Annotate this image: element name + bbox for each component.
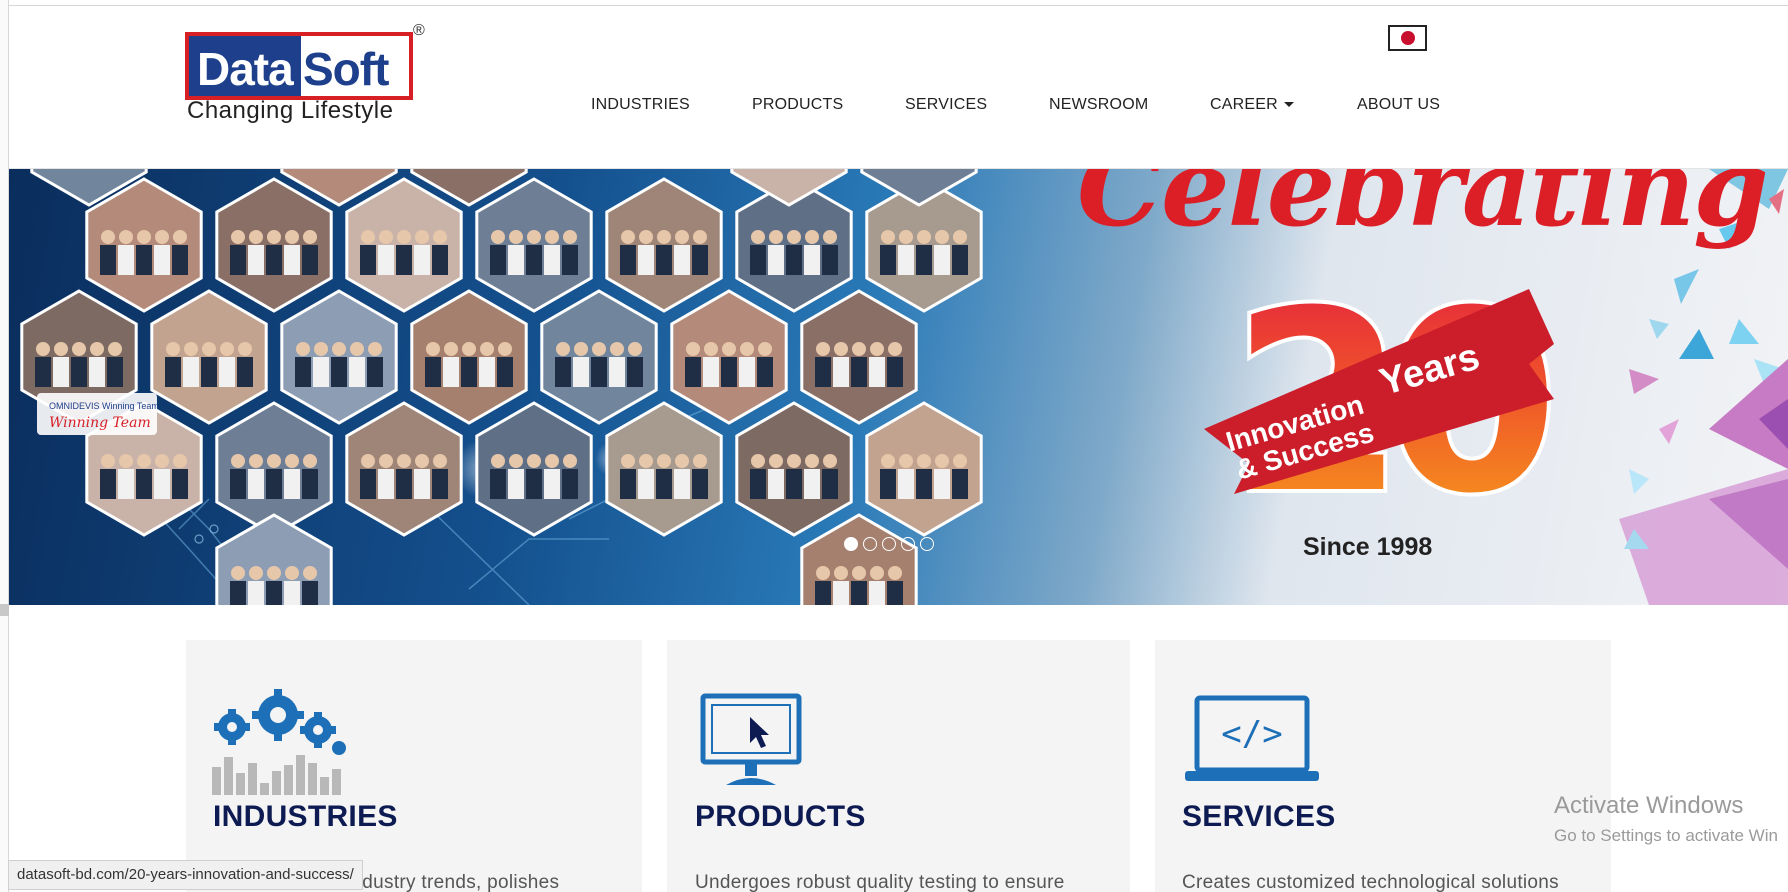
products-card[interactable]: PRODUCTS Undergoes robust quality testin…	[667, 640, 1130, 892]
twenty-years-graphic: 20 Innovation & Success Years	[1204, 253, 1571, 552]
logo-box: Data Soft	[185, 32, 413, 100]
slider-dot-3[interactable]	[882, 537, 896, 551]
photo-hexagon-grid	[20, 169, 983, 605]
registered-mark: ®	[413, 22, 425, 39]
logo-text-data: Data	[197, 43, 294, 95]
japan-flag-icon[interactable]	[1388, 25, 1427, 51]
browser-viewport: Data Soft ® Changing Lifestyle INDUSTRIE…	[0, 0, 1788, 892]
slider-dots	[844, 537, 934, 551]
top-divider	[9, 5, 1788, 6]
products-description: Undergoes robust quality testing to ensu…	[695, 872, 1065, 892]
nav-item-career-label: CAREER	[1210, 96, 1278, 113]
logo-tagline: Changing Lifestyle	[187, 97, 394, 124]
nav-item-services[interactable]: SERVICES	[905, 96, 987, 114]
industries-card[interactable]: INDUSTRIES ent industry trends, polishes	[186, 640, 642, 892]
status-bar-url: datasoft-bd.com/20-years-innovation-and-…	[8, 860, 363, 890]
gears-chart-icon	[212, 689, 346, 795]
services-card[interactable]: </> SERVICES Creates customized technolo…	[1155, 640, 1611, 892]
scroll-marker	[0, 604, 9, 616]
nav-item-about-us[interactable]: ABOUT US	[1357, 96, 1440, 114]
svg-text:OMNIDEVIS Winning Team: OMNIDEVIS Winning Team	[49, 401, 159, 411]
window-edge	[0, 0, 9, 892]
industries-title: INDUSTRIES	[213, 800, 398, 833]
services-title: SERVICES	[1182, 800, 1336, 833]
logo-text-soft: Soft	[303, 43, 389, 95]
products-title: PRODUCTS	[695, 800, 866, 833]
nav-item-industries[interactable]: INDUSTRIES	[591, 96, 690, 114]
nav-item-newsroom[interactable]: NEWSROOM	[1049, 96, 1148, 114]
banner-since-year: Since 1998	[1303, 533, 1433, 561]
laptop-code-icon: </>	[1185, 695, 1319, 781]
svg-text:Winning Team: Winning Team	[49, 415, 151, 431]
slider-dot-5[interactable]	[920, 537, 934, 551]
services-description: Creates customized technological solutio…	[1182, 872, 1559, 892]
photo-label-winning-team: OMNIDEVIS Winning Team Winning Team	[37, 393, 159, 435]
datasoft-logo[interactable]: Data Soft ® Changing Lifestyle	[185, 22, 445, 132]
activate-windows-subtitle: Go to Settings to activate Win	[1554, 826, 1778, 845]
activate-windows-title: Activate Windows	[1554, 792, 1744, 819]
slider-dot-2[interactable]	[863, 537, 877, 551]
slider-dot-4[interactable]	[901, 537, 915, 551]
monitor-cursor-icon	[700, 693, 802, 785]
caret-down-icon	[1283, 102, 1294, 108]
nav-item-products[interactable]: PRODUCTS	[752, 96, 843, 114]
slider-dot-1[interactable]	[844, 537, 858, 551]
banner-headline: Celebrating	[1077, 169, 1769, 251]
nav-item-career[interactable]: CAREER	[1210, 96, 1294, 114]
svg-text:</>: </>	[1221, 714, 1282, 754]
